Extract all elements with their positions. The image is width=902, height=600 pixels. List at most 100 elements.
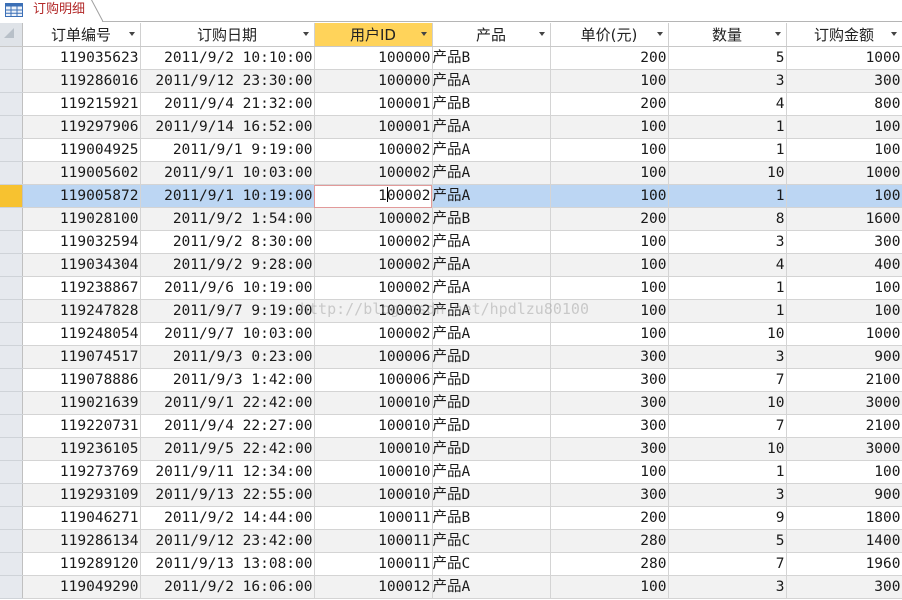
table-row[interactable]: 119004925 2011/9/1 9:19:00 100002 产品A 100 1 10… [0, 138, 902, 162]
cell-price[interactable]: 100 [550, 69, 669, 93]
cell-order-no[interactable]: 119286016 [22, 69, 141, 93]
cell-amount[interactable]: 800 [786, 92, 902, 116]
cell-user-id[interactable]: 100010 [314, 437, 433, 461]
cell-date[interactable]: 2011/9/1 9:19:00 [140, 138, 315, 162]
table-row[interactable]: 119215921 2011/9/4 21:32:00 100001 产品B 200 4 8… [0, 92, 902, 116]
cell-date[interactable]: 2011/9/2 14:44:00 [140, 506, 315, 530]
table-row[interactable]: 119049290 2011/9/2 16:06:00 100012 产品A 100 3 3… [0, 575, 902, 599]
cell-qty[interactable]: 10 [668, 437, 787, 461]
cell-date[interactable]: 2011/9/2 9:28:00 [140, 253, 315, 277]
cell-amount[interactable]: 3000 [786, 437, 902, 461]
cell-user-id[interactable]: 100000 [314, 69, 433, 93]
cell-order-no[interactable]: 119046271 [22, 506, 141, 530]
cell-product[interactable]: 产品D [432, 345, 551, 369]
cell-product[interactable]: 产品C [432, 529, 551, 553]
cell-date[interactable]: 2011/9/2 10:10:00 [140, 46, 315, 70]
cell-amount[interactable]: 1000 [786, 161, 902, 185]
cell-user-id[interactable]: 100002 [314, 184, 433, 208]
cell-order-no[interactable]: 119293109 [22, 483, 141, 507]
cell-product[interactable]: 产品B [432, 46, 551, 70]
cell-amount[interactable]: 100 [786, 460, 902, 484]
cell-amount[interactable]: 1400 [786, 529, 902, 553]
cell-qty[interactable]: 1 [668, 276, 787, 300]
cell-user-id[interactable]: 100002 [314, 276, 433, 300]
cell-product[interactable]: 产品A [432, 460, 551, 484]
row-selector[interactable] [0, 299, 23, 323]
cell-order-no[interactable]: 119238867 [22, 276, 141, 300]
filter-dropdown-icon[interactable] [890, 32, 897, 36]
cell-product[interactable]: 产品A [432, 322, 551, 346]
cell-price[interactable]: 200 [550, 92, 669, 116]
cell-order-no[interactable]: 119005602 [22, 161, 141, 185]
column-header-date[interactable]: 订购日期 [140, 23, 315, 47]
cell-qty[interactable]: 4 [668, 92, 787, 116]
cell-order-no[interactable]: 119034304 [22, 253, 141, 277]
cell-product[interactable]: 产品A [432, 253, 551, 277]
row-selector[interactable] [0, 230, 23, 254]
filter-dropdown-icon[interactable] [420, 32, 427, 36]
cell-product[interactable]: 产品A [432, 115, 551, 139]
cell-price[interactable]: 100 [550, 253, 669, 277]
cell-user-id[interactable]: 100002 [314, 230, 433, 254]
cell-date[interactable]: 2011/9/1 10:03:00 [140, 161, 315, 185]
cell-qty[interactable]: 7 [668, 414, 787, 438]
cell-price[interactable]: 100 [550, 184, 669, 208]
row-selector[interactable] [0, 368, 23, 392]
table-row[interactable]: 119248054 2011/9/7 10:03:00 100002 产品A 100 10… [0, 322, 902, 346]
cell-product[interactable]: 产品C [432, 552, 551, 576]
cell-order-no[interactable]: 119035623 [22, 46, 141, 70]
cell-user-id[interactable]: 100001 [314, 92, 433, 116]
cell-date[interactable]: 2011/9/1 10:19:00 [140, 184, 315, 208]
table-row[interactable]: 119074517 2011/9/3 0:23:00 100006 产品D 300 3 90… [0, 345, 902, 369]
cell-date[interactable]: 2011/9/12 23:42:00 [140, 529, 315, 553]
cell-qty[interactable]: 3 [668, 230, 787, 254]
cell-user-id[interactable]: 100010 [314, 391, 433, 415]
cell-user-id[interactable]: 100010 [314, 460, 433, 484]
cell-user-id[interactable]: 100006 [314, 368, 433, 392]
cell-date[interactable]: 2011/9/7 10:03:00 [140, 322, 315, 346]
select-all-corner[interactable] [0, 23, 23, 47]
cell-qty[interactable]: 10 [668, 322, 787, 346]
cell-qty[interactable]: 3 [668, 345, 787, 369]
cell-user-id[interactable]: 100002 [314, 253, 433, 277]
cell-qty[interactable]: 10 [668, 161, 787, 185]
row-selector[interactable] [0, 46, 23, 70]
cell-qty[interactable]: 1 [668, 115, 787, 139]
table-row[interactable]: 119286134 2011/9/12 23:42:00 100011 产品C 280 5… [0, 529, 902, 553]
cell-price[interactable]: 200 [550, 46, 669, 70]
cell-user-id[interactable]: 100012 [314, 575, 433, 599]
cell-qty[interactable]: 10 [668, 391, 787, 415]
cell-product[interactable]: 产品B [432, 506, 551, 530]
cell-order-no[interactable]: 119215921 [22, 92, 141, 116]
table-row[interactable]: 119005872 2011/9/1 10:19:00 100002 产品A 100 1 1… [0, 184, 902, 208]
cell-order-no[interactable]: 119028100 [22, 207, 141, 231]
table-row[interactable]: 119297906 2011/9/14 16:52:00 100001 产品A 100 1… [0, 115, 902, 139]
cell-qty[interactable]: 5 [668, 529, 787, 553]
cell-product[interactable]: 产品A [432, 230, 551, 254]
filter-dropdown-icon[interactable] [656, 32, 663, 36]
cell-qty[interactable]: 8 [668, 207, 787, 231]
row-selector[interactable] [0, 552, 23, 576]
cell-date[interactable]: 2011/9/7 9:19:00 [140, 299, 315, 323]
cell-amount[interactable]: 1800 [786, 506, 902, 530]
cell-price[interactable]: 100 [550, 575, 669, 599]
cell-amount[interactable]: 400 [786, 253, 902, 277]
row-selector[interactable] [0, 575, 23, 599]
cell-order-no[interactable]: 119247828 [22, 299, 141, 323]
cell-date[interactable]: 2011/9/5 22:42:00 [140, 437, 315, 461]
cell-amount[interactable]: 3000 [786, 391, 902, 415]
row-selector[interactable] [0, 69, 23, 93]
cell-date[interactable]: 2011/9/3 1:42:00 [140, 368, 315, 392]
cell-order-no[interactable]: 119021639 [22, 391, 141, 415]
cell-qty[interactable]: 9 [668, 506, 787, 530]
cell-amount[interactable]: 300 [786, 575, 902, 599]
filter-dropdown-icon[interactable] [302, 32, 309, 36]
table-row[interactable]: 119034304 2011/9/2 9:28:00 100002 产品A 100 4 40… [0, 253, 902, 277]
table-row[interactable]: 119286016 2011/9/12 23:30:00 100000 产品A 100 3… [0, 69, 902, 93]
cell-amount[interactable]: 900 [786, 345, 902, 369]
table-row[interactable]: 119236105 2011/9/5 22:42:00 100010 产品D 300 10… [0, 437, 902, 461]
cell-order-no[interactable]: 119286134 [22, 529, 141, 553]
row-selector[interactable] [0, 506, 23, 530]
cell-amount[interactable]: 300 [786, 69, 902, 93]
table-row[interactable]: 119078886 2011/9/3 1:42:00 100006 产品D 300 7 21… [0, 368, 902, 392]
